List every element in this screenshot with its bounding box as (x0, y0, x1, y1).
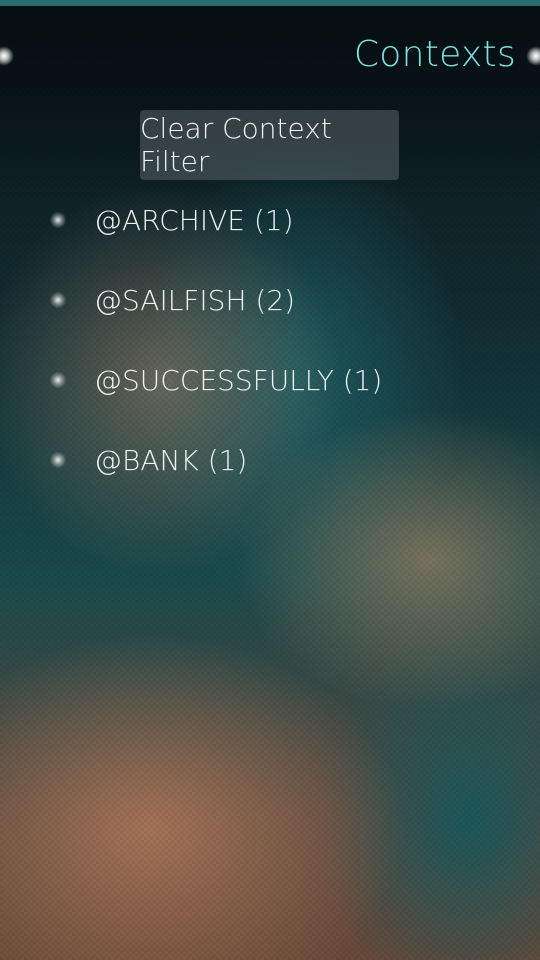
bullet-icon (50, 212, 66, 228)
bullet-icon (50, 452, 66, 468)
context-list-item-successfully[interactable]: @SUCCESSFULLY (1) (0, 340, 540, 420)
page-indicator-right-icon (526, 46, 540, 66)
context-label: @BANK (1) (94, 443, 248, 477)
context-list-item-archive[interactable]: @ARCHIVE (1) (0, 180, 540, 260)
bullet-icon (50, 372, 66, 388)
context-list-item-bank[interactable]: @BANK (1) (0, 420, 540, 500)
page-title: Contexts (353, 34, 516, 75)
status-accent-bar (0, 0, 540, 6)
context-label: @SUCCESSFULLY (1) (94, 363, 383, 397)
bullet-icon (50, 292, 66, 308)
context-list: @ARCHIVE (1) @SAILFISH (2) @SUCCESSFULLY… (0, 180, 540, 500)
clear-context-filter-button[interactable]: Clear Context Filter (140, 110, 399, 180)
context-label: @SAILFISH (2) (94, 283, 296, 317)
context-label: @ARCHIVE (1) (94, 203, 294, 237)
context-list-item-sailfish[interactable]: @SAILFISH (2) (0, 260, 540, 340)
